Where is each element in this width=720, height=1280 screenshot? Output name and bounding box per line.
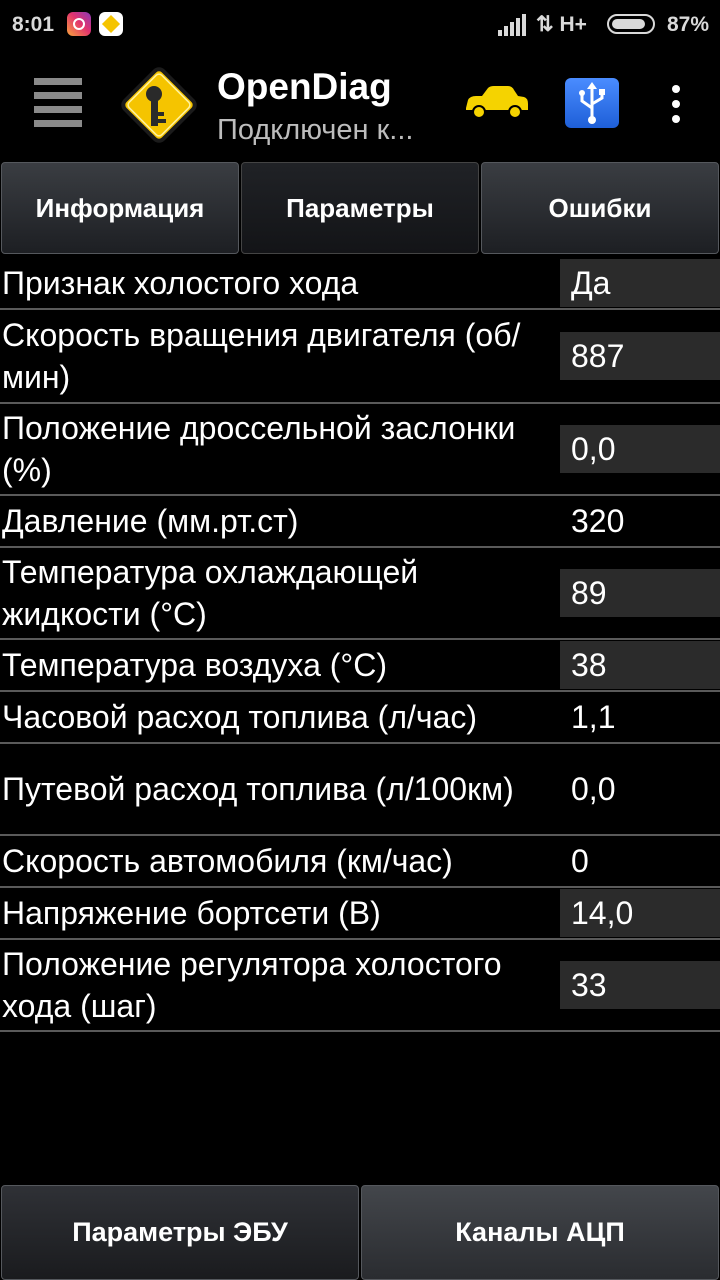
battery-icon: [607, 14, 655, 34]
tab-bar: Информация Параметры Ошибки: [0, 160, 720, 256]
parameter-row: Скорость вращения двигателя (об/мин) 887: [0, 310, 720, 404]
parameter-value: 89: [560, 569, 720, 617]
data-arrows-icon: ⇅: [536, 13, 554, 36]
parameter-row: Признак холостого хода Да: [0, 258, 720, 310]
app-title: OpenDiag: [217, 66, 392, 107]
parameter-value: 0: [571, 843, 589, 879]
parameter-row: Скорость автомобиля (км/час) 0: [0, 836, 720, 888]
action-bar: OpenDiag Подключен к...: [0, 50, 720, 160]
parameter-row: Давление (мм.рт.ст) 320: [0, 496, 720, 548]
parameter-label: Скорость автомобиля (км/час): [2, 843, 453, 879]
parameter-label: Скорость вращения двигателя (об/мин): [2, 317, 521, 395]
car-icon[interactable]: [462, 82, 530, 122]
parameter-value: 38: [560, 641, 720, 689]
parameter-row: Положение регулятора холостого хода (шаг…: [0, 940, 720, 1032]
parameter-value: Да: [560, 259, 720, 307]
menu-icon[interactable]: [34, 78, 82, 128]
parameter-value: 33: [560, 961, 720, 1009]
parameter-row: Напряжение бортсети (В) 14,0: [0, 888, 720, 940]
parameter-row: Путевой расход топлива (л/100км) 0,0: [0, 744, 720, 836]
app-logo-icon: [121, 67, 197, 143]
parameter-label: Путевой расход топлива (л/100км): [2, 771, 514, 807]
parameter-label: Часовой расход топлива (л/час): [2, 699, 478, 735]
network-label: H+: [559, 13, 587, 36]
status-bar: 8:01 ⇅ H+ 87%: [0, 0, 720, 50]
parameter-value: 0,0: [560, 425, 720, 473]
parameter-label: Положение дроссельной заслонки (%): [2, 410, 516, 488]
parameter-value: 0,0: [571, 771, 616, 807]
tab-parameters[interactable]: Параметры: [241, 162, 479, 254]
parameter-label: Признак холостого хода: [2, 265, 359, 301]
adc-channels-button[interactable]: Каналы АЦП: [361, 1185, 719, 1280]
signal-icon: [498, 14, 528, 36]
parameter-list: Признак холостого хода Да Скорость враще…: [0, 258, 720, 1032]
instagram-icon: [67, 12, 91, 36]
parameter-label: Давление (мм.рт.ст): [2, 503, 299, 539]
battery-percent: 87%: [667, 13, 710, 36]
network-type: ⇅ H+: [536, 12, 587, 37]
parameter-row: Температура воздуха (°C) 38: [0, 640, 720, 692]
app-notification-icon: [99, 12, 123, 36]
parameter-value: 1,1: [571, 699, 616, 735]
tab-information[interactable]: Информация: [1, 162, 239, 254]
ecu-parameters-button[interactable]: Параметры ЭБУ: [1, 1185, 359, 1280]
parameter-value: 14,0: [560, 889, 720, 937]
parameter-label: Температура охлаждающей жидкости (°C): [2, 554, 419, 632]
parameter-row: Температура охлаждающей жидкости (°C) 89: [0, 548, 720, 640]
parameter-value: 320: [571, 503, 625, 539]
connection-status: Подключен к...: [217, 114, 414, 146]
status-time: 8:01: [12, 13, 55, 36]
overflow-menu-icon[interactable]: [668, 85, 684, 125]
parameter-label: Температура воздуха (°C): [2, 647, 387, 683]
parameter-value: 887: [560, 332, 720, 380]
parameter-label: Напряжение бортсети (В): [2, 895, 381, 931]
parameter-row: Часовой расход топлива (л/час) 1,1: [0, 692, 720, 744]
parameter-label: Положение регулятора холостого хода (шаг…: [2, 946, 502, 1024]
usb-icon[interactable]: [565, 78, 619, 128]
parameter-row: Положение дроссельной заслонки (%) 0,0: [0, 404, 720, 496]
tab-errors[interactable]: Ошибки: [481, 162, 719, 254]
